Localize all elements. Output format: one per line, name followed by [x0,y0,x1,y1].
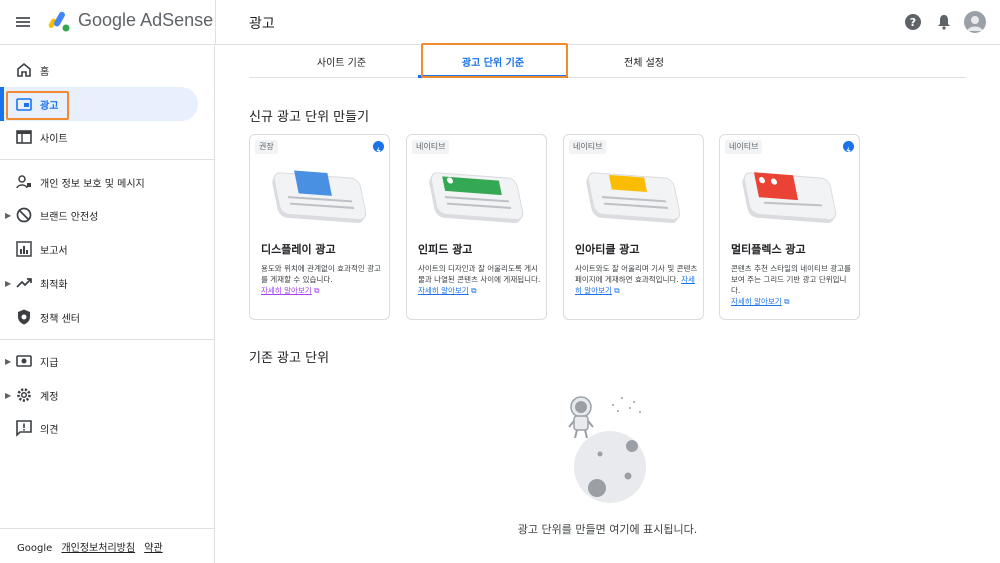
sidebar-item-label: 정책 센터 [40,313,80,325]
sidebar-item-label: 브랜드 안전성 [40,211,99,223]
brand-prefix: Google [78,10,137,30]
shield-icon [18,309,30,325]
footer-google: Google [17,543,53,554]
sidebar-item-label: 의견 [40,424,59,436]
tab-by-site[interactable]: 사이트 기준 [249,45,434,78]
recommended-badge: 권장 [255,140,278,154]
sidebar-item-label: 보고서 [40,245,68,257]
display-ad-illustration-icon [272,170,367,224]
sidebar-divider [0,159,215,160]
sidebar-footer: Google 개인정보처리방침 약관 [17,539,169,554]
bolt-icon [843,141,854,155]
in-article-ad-card[interactable]: 네이티브 인아티클 광고 사이트와도 잘 어울리며 기사 및 콘텐츠 페이지에 … [563,134,704,320]
card-desc-text: 사이트의 디자인과 잘 어울리도록 게시물과 나열된 콘텐츠 사이에 게재됩니다… [418,264,541,284]
expand-caret-icon: ▶ [5,210,12,220]
gear-icon [17,388,31,402]
sidebar-item-home[interactable]: 홈 [0,53,200,87]
notifications-bell-icon[interactable] [935,13,953,31]
home-icon [17,62,31,77]
card-desc-text: 사이트와도 잘 어울리며 기사 및 콘텐츠 페이지에 게재하면 효과적입니다. [575,264,698,284]
native-badge: 네이티브 [569,140,607,154]
card-desc-text: 용도와 위치에 관계없이 효과적인 광고를 게재할 수 있습니다. [261,264,381,284]
card-title: 디스플레이 광고 [261,243,336,256]
expand-caret-icon: ▶ [5,356,12,366]
sidebar-item-policy-center[interactable]: 정책 센터 [0,300,200,334]
reports-icon [16,241,32,257]
sidebar: 홈 광고 사이트 개인 정보 보호 및 메시지 ▶ 브랜드 안전성 보고서 ▶ … [0,45,215,563]
sidebar-item-label: 개인 정보 보호 및 메시지 [40,178,145,190]
top-bar: Google AdSense 광고 ? [0,0,1000,45]
privacy-icon [16,175,31,189]
header-divider [215,0,216,45]
page-title: 광고 [249,16,275,32]
sidebar-item-brand-safety[interactable]: ▶ 브랜드 안전성 [0,198,200,232]
adsense-logo-icon[interactable] [46,9,72,33]
sidebar-item-payments[interactable]: ▶ 지급 [0,344,200,378]
card-description: 사이트의 디자인과 잘 어울리도록 게시물과 나열된 콘텐츠 사이에 게재됩니다… [418,263,542,296]
sidebar-item-account[interactable]: ▶ 계정 [0,378,200,412]
card-description: 콘텐츠 추천 스타일의 네이티브 광고를 보여 주는 그리드 기반 광고 단위입… [731,263,855,307]
brand-suffix: AdSense [140,10,214,30]
sidebar-item-label: 홈 [40,66,50,78]
card-title: 멀티플렉스 광고 [731,243,806,256]
astronaut-moon-illustration-icon [568,396,646,503]
highlight-box-ads [6,91,69,120]
card-title: 인아티클 광고 [575,243,640,256]
help-icon[interactable]: ? [904,13,922,31]
terms-link[interactable]: 약관 [144,543,162,554]
in-feed-ad-illustration-icon [429,172,524,224]
learn-more-link[interactable]: 자세히 알아보기 [261,286,312,295]
avatar[interactable] [964,11,986,33]
external-link-icon: ⧉ [471,286,477,295]
tab-bar: 사이트 기준 광고 단위 기준 전체 설정 [249,45,966,78]
tab-global-settings[interactable]: 전체 설정 [569,45,719,78]
in-feed-ad-card[interactable]: 네이티브 인피드 광고 사이트의 디자인과 잘 어울리도록 게시물과 나열된 콘… [406,134,547,320]
in-article-ad-illustration-icon [586,172,681,224]
privacy-policy-link[interactable]: 개인정보처리방침 [61,543,135,554]
external-link-icon: ⧉ [614,286,620,295]
menu-icon[interactable] [14,13,32,31]
payments-icon [16,355,32,367]
sidebar-divider [0,339,215,340]
learn-more-link[interactable]: 자세히 알아보기 [731,297,782,306]
sidebar-item-label: 사이트 [40,133,68,145]
existing-ad-units-title: 기존 광고 단위 [249,351,330,366]
sidebar-divider [0,528,215,529]
highlight-box-tab [421,43,568,78]
sidebar-item-label: 계정 [40,391,59,403]
sidebar-item-label: 지급 [40,357,59,369]
brand-name[interactable]: Google AdSense [78,10,213,31]
trend-icon [16,278,32,288]
empty-state-message: 광고 단위를 만들면 여기에 표시됩니다. [517,523,698,536]
svg-text:?: ? [910,16,916,29]
card-description: 용도와 위치에 관계없이 효과적인 광고를 게재할 수 있습니다. 자세히 알아… [261,263,385,296]
new-ad-units-title: 신규 광고 단위 만들기 [249,110,370,125]
card-desc-text: 콘텐츠 추천 스타일의 네이티브 광고를 보여 주는 그리드 기반 광고 단위입… [731,264,851,295]
multiplex-ad-card[interactable]: 네이티브 멀티플렉스 광고 콘텐츠 추천 스타일의 네이티브 광고를 보여 주는… [719,134,860,320]
sidebar-item-optimization[interactable]: ▶ 최적화 [0,266,200,300]
bolt-icon [373,141,384,155]
sidebar-item-label: 최적화 [40,279,68,291]
external-link-icon: ⧉ [784,297,790,306]
native-badge: 네이티브 [725,140,763,154]
card-description: 사이트와도 잘 어울리며 기사 및 콘텐츠 페이지에 게재하면 효과적입니다. … [575,263,699,296]
feedback-icon [16,420,32,437]
display-ad-card[interactable]: 권장 디스플레이 광고 용도와 위치에 관계없이 효과적인 광고를 게재할 수 … [249,134,390,320]
sidebar-item-sites[interactable]: 사이트 [0,120,200,154]
sidebar-item-reports[interactable]: 보고서 [0,232,200,266]
expand-caret-icon: ▶ [5,390,12,400]
block-icon [16,207,32,223]
native-badge: 네이티브 [412,140,450,154]
expand-caret-icon: ▶ [5,278,12,288]
sidebar-item-feedback[interactable]: 의견 [0,411,200,445]
sidebar-item-privacy[interactable]: 개인 정보 보호 및 메시지 [0,165,200,199]
multiplex-ad-illustration-icon [742,172,837,224]
learn-more-link[interactable]: 자세히 알아보기 [418,286,469,295]
external-link-icon: ⧉ [314,286,320,295]
card-title: 인피드 광고 [418,243,473,256]
sites-icon [16,130,32,144]
active-indicator [0,87,4,121]
